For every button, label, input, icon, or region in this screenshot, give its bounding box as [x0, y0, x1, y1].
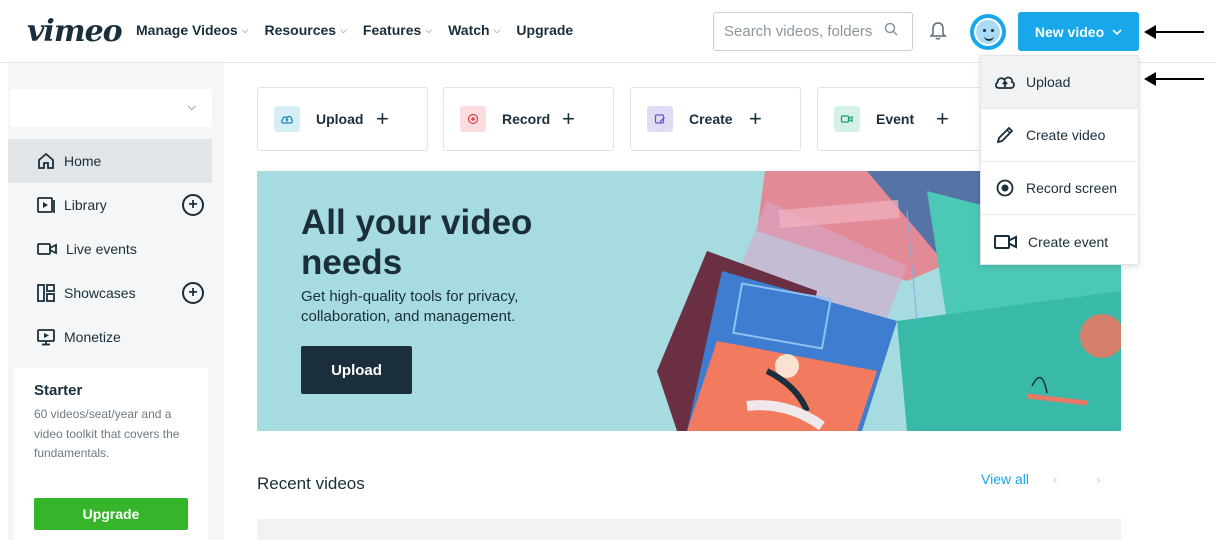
live-camera-icon: [37, 243, 57, 255]
sidebar-item-monetize[interactable]: Monetize: [8, 315, 212, 359]
nav-label: Resources: [264, 22, 337, 38]
nav-upgrade[interactable]: Upgrade: [516, 22, 573, 38]
menu-item-create-video[interactable]: Create video: [981, 109, 1138, 162]
upload-icon: [274, 106, 300, 132]
nav-label: Manage Videos: [136, 22, 238, 38]
quick-action-event[interactable]: Event +: [817, 87, 988, 151]
quick-action-label: Upload: [316, 111, 364, 127]
showcases-icon: [37, 284, 55, 302]
search-input[interactable]: [724, 23, 880, 40]
camera-icon: [994, 234, 1017, 249]
annotation-arrow: [1144, 72, 1204, 86]
sidebar-item-home[interactable]: Home: [8, 139, 212, 183]
menu-item-label: Create event: [1028, 233, 1109, 250]
add-showcase-button[interactable]: +: [182, 282, 204, 304]
bell-icon[interactable]: [928, 20, 948, 42]
annotation-arrow: [1144, 25, 1204, 39]
event-icon: [834, 106, 860, 132]
hero-title: All your video needs: [301, 203, 533, 282]
menu-item-label: Record screen: [1026, 180, 1118, 196]
chevron-down-icon: ⌵: [493, 24, 501, 35]
plan-card: Starter 60 videos/seat/year and a video …: [14, 368, 208, 540]
nav-manage-videos[interactable]: Manage Videos ⌵: [136, 22, 249, 38]
upgrade-button[interactable]: Upgrade: [34, 498, 188, 530]
sidebar-item-label: Live events: [66, 241, 137, 257]
add-library-button[interactable]: +: [182, 194, 204, 216]
chevron-down-icon: ⌵: [425, 24, 433, 35]
recent-videos-list: [257, 519, 1121, 540]
quick-action-upload[interactable]: Upload +: [257, 87, 428, 151]
previous-page-button[interactable]: ‹: [1053, 471, 1058, 487]
record-icon: [460, 106, 486, 132]
hero-upload-button[interactable]: Upload: [301, 346, 412, 394]
team-selector-dropdown[interactable]: ⌵: [10, 89, 212, 127]
new-video-menu: Upload Create video Record screen Create…: [980, 55, 1139, 265]
sidebar-item-live-events[interactable]: Live events: [8, 227, 212, 271]
plus-icon: +: [936, 106, 949, 131]
top-navigation-bar: vimeo Manage Videos ⌵ Resources ⌵ Features…: [0, 0, 1216, 62]
vimeo-logo[interactable]: vimeo: [27, 14, 123, 49]
record-icon: [996, 179, 1014, 197]
home-icon: [38, 152, 54, 169]
sidebar-item-label: Monetize: [64, 329, 121, 345]
nav-label: Watch: [448, 22, 490, 38]
sidebar-item-label: Library: [64, 197, 107, 213]
plus-icon: +: [749, 106, 762, 131]
plan-description: 60 videos/seat/year and a video toolkit …: [34, 407, 180, 460]
nav-features[interactable]: Features ⌵: [363, 22, 432, 38]
avatar[interactable]: [970, 14, 1006, 50]
next-page-button[interactable]: ›: [1096, 471, 1101, 487]
cloud-upload-icon: [995, 76, 1015, 89]
view-all-link[interactable]: View all: [981, 471, 1029, 487]
quick-action-record[interactable]: Record +: [443, 87, 614, 151]
monetize-icon: [37, 329, 55, 346]
nav-label: Upgrade: [516, 22, 574, 38]
plus-icon: +: [562, 106, 575, 131]
menu-item-label: Upload: [1026, 74, 1071, 90]
chevron-down-icon: ⌵: [187, 101, 196, 113]
quick-action-label: Create: [689, 111, 733, 127]
plus-icon: +: [376, 106, 389, 131]
menu-item-create-event[interactable]: Create event: [981, 215, 1138, 268]
nav-resources[interactable]: Resources ⌵: [265, 22, 347, 38]
pencil-icon: [996, 126, 1014, 144]
new-video-button[interactable]: New video: [1018, 12, 1139, 51]
quick-action-label: Event: [876, 111, 915, 127]
menu-item-label: Create video: [1026, 127, 1106, 143]
create-icon: [647, 106, 673, 132]
nav-label: Features: [362, 22, 422, 38]
library-icon: [37, 197, 55, 213]
sidebar-item-label: Home: [64, 153, 102, 169]
sidebar-item-label: Showcases: [64, 285, 136, 301]
quick-action-create[interactable]: Create +: [630, 87, 801, 151]
nav-watch[interactable]: Watch ⌵: [448, 22, 500, 38]
chevron-down-icon: [1112, 28, 1122, 35]
avatar-face-icon: [974, 18, 1002, 46]
chevron-down-icon: ⌵: [241, 24, 249, 35]
search-icon[interactable]: [884, 22, 898, 41]
hero-subtitle: Get high-quality tools for privacy, coll…: [301, 288, 519, 325]
recent-videos-title: Recent videos: [257, 474, 365, 493]
search-box: [713, 12, 913, 51]
chevron-down-icon: ⌵: [340, 24, 347, 35]
sidebar: ⌵ Home Library + Live events Showcases +…: [8, 63, 224, 540]
new-video-label: New video: [1034, 23, 1105, 40]
quick-action-label: Record: [502, 111, 551, 127]
menu-item-upload[interactable]: Upload: [981, 56, 1138, 109]
menu-item-record-screen[interactable]: Record screen: [981, 162, 1138, 215]
main-nav: Manage Videos ⌵ Resources ⌵ Features ⌵ Watc…: [136, 22, 573, 38]
plan-title: Starter: [34, 382, 83, 399]
